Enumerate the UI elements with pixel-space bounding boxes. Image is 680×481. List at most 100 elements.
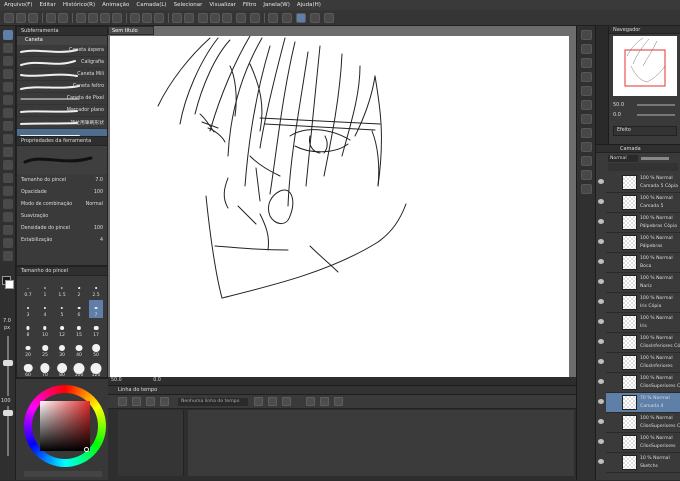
- brush-preset-item[interactable]: Caligrafia: [17, 57, 107, 69]
- layer-name[interactable]: Sketchs: [640, 464, 658, 469]
- drawing-canvas[interactable]: [110, 35, 569, 377]
- gradient-tool-icon[interactable]: [3, 121, 13, 131]
- layer-row[interactable]: 100 % Normal CílosSuperiores: [598, 433, 680, 453]
- stop-icon[interactable]: [146, 397, 155, 406]
- settings-icon[interactable]: [76, 13, 86, 23]
- navigator-angle[interactable]: 0.0: [613, 112, 621, 118]
- layer-opacity-slider[interactable]: [641, 156, 669, 160]
- eraser-tool-icon[interactable]: [3, 82, 13, 92]
- copy-icon[interactable]: [88, 13, 98, 23]
- layer-name[interactable]: Pálpebras: [640, 244, 662, 249]
- correct-line-tool-icon[interactable]: [3, 199, 13, 209]
- brush-preset-item[interactable]: Caneta áspera: [17, 45, 107, 57]
- brush-size-preset[interactable]: 3: [21, 300, 35, 318]
- layer-row[interactable]: 100 % Normal CílosSuperiores Cópia: [598, 413, 680, 433]
- grid-icon[interactable]: [268, 13, 278, 23]
- tool-property-row[interactable]: Densidade do pincel 100: [17, 222, 107, 234]
- tool-property-row[interactable]: Suavização: [17, 210, 107, 222]
- search-layer-icon[interactable]: [581, 72, 592, 82]
- eye-icon[interactable]: [598, 259, 604, 264]
- layer-name[interactable]: CílosSuperiores Cópia: [640, 384, 680, 389]
- canvas-tab[interactable]: Sem título: [108, 26, 154, 35]
- brush-preset-item[interactable]: Caneta de Pixel: [17, 93, 107, 105]
- palette-toggle-icon[interactable]: [581, 30, 592, 40]
- sub-color-swatch[interactable]: [5, 280, 14, 289]
- navigator-angle-slider[interactable]: [637, 114, 675, 116]
- layer-row[interactable]: 70 % Normal Camada 4: [598, 393, 680, 413]
- pencil-tool-icon[interactable]: [3, 43, 13, 53]
- brush-size-preset[interactable]: 15: [72, 320, 86, 338]
- zoom-tool-icon[interactable]: [3, 225, 13, 235]
- eye-icon[interactable]: [598, 359, 604, 364]
- color-picker-marker[interactable]: [84, 447, 89, 452]
- layer-name[interactable]: Iris: [640, 324, 647, 329]
- layer-name[interactable]: Camada 4: [640, 404, 663, 409]
- ruler-tool-icon[interactable]: [3, 160, 13, 170]
- layer-name[interactable]: Camada 5 Cópia: [640, 184, 678, 189]
- tool-property-row[interactable]: Opacidade 100: [17, 186, 107, 198]
- material-icon[interactable]: [581, 44, 592, 54]
- menu-item[interactable]: Selecionar: [174, 2, 203, 8]
- eye-icon[interactable]: [598, 439, 604, 444]
- menu-item[interactable]: Camada(L): [136, 2, 166, 8]
- layer-row[interactable]: 100 % Normal CílosInferiores: [598, 353, 680, 373]
- spinner-icon[interactable]: [198, 13, 208, 23]
- canvas-angle-readout[interactable]: 0.0: [153, 378, 161, 383]
- play-icon[interactable]: [132, 397, 141, 406]
- brush-size-preset[interactable]: 25: [38, 340, 52, 358]
- move-tool-icon[interactable]: [3, 212, 13, 222]
- layer-row[interactable]: 100 % Normal Pálpebras: [598, 233, 680, 253]
- layer-row[interactable]: 100 % Normal Nariz: [598, 273, 680, 293]
- eye-icon[interactable]: [598, 459, 604, 464]
- brush-preset-item[interactable]: Caneta Mili: [17, 69, 107, 81]
- menu-item[interactable]: Ajuda(H): [297, 2, 321, 8]
- navigator-zoom-slider[interactable]: [637, 104, 675, 106]
- brush-size-preset[interactable]: 6: [72, 300, 86, 318]
- menu-item[interactable]: Visualizar: [209, 2, 235, 8]
- open-file-icon[interactable]: [16, 13, 26, 23]
- layer-name[interactable]: CílosInferiores Cópia: [640, 344, 680, 349]
- brush-size-preset[interactable]: 30: [55, 340, 69, 358]
- menu-item[interactable]: Editar: [40, 2, 56, 8]
- figure-tool-icon[interactable]: [3, 134, 13, 144]
- airbrush-tool-icon[interactable]: [3, 69, 13, 79]
- opacity-slider-thumb[interactable]: [3, 410, 13, 416]
- save-icon[interactable]: [28, 13, 38, 23]
- prev-frame-icon[interactable]: [160, 397, 169, 406]
- blend-tool-icon[interactable]: [3, 95, 13, 105]
- tool-property-value[interactable]: 7.0: [95, 178, 103, 183]
- brush-size-preset[interactable]: 2: [72, 280, 86, 298]
- clear-icon[interactable]: [130, 13, 140, 23]
- menu-item[interactable]: Arquivo(F): [4, 2, 33, 8]
- ruler-icon[interactable]: [250, 13, 260, 23]
- brush-size-preset[interactable]: 50: [89, 340, 103, 358]
- brush-size-preset[interactable]: 40: [72, 340, 86, 358]
- delete-icon[interactable]: [142, 13, 152, 23]
- brush-size-preset[interactable]: 20: [21, 340, 35, 358]
- eye-icon[interactable]: [598, 339, 604, 344]
- loop-icon[interactable]: [320, 397, 329, 406]
- blend-mode-select[interactable]: Normal: [608, 154, 638, 162]
- brush-preset-item[interactable]: 持仕用筆刷形状: [17, 117, 107, 129]
- quick-access-icon[interactable]: [581, 170, 592, 180]
- brush-size-preset[interactable]: 4: [38, 300, 52, 318]
- eye-icon[interactable]: [598, 319, 604, 324]
- layer-name[interactable]: CílosSuperiores Cópia: [640, 424, 680, 429]
- zoom-timeline-icon[interactable]: [306, 397, 315, 406]
- brush-size-preset[interactable]: 0.7: [21, 280, 35, 298]
- brush-tool-icon[interactable]: [3, 56, 13, 66]
- layer-name[interactable]: CílosInferiores: [640, 364, 673, 369]
- paste-icon[interactable]: [100, 13, 110, 23]
- fill-tool-icon[interactable]: [3, 108, 13, 118]
- brush-size-preset[interactable]: 1.5: [55, 280, 69, 298]
- brush-preset-item[interactable]: Caneta feltro: [17, 81, 107, 93]
- cut-icon[interactable]: [112, 13, 122, 23]
- navigator-preview[interactable]: [613, 36, 677, 96]
- frame-tool-icon[interactable]: [3, 147, 13, 157]
- keyframe-icon[interactable]: [254, 397, 263, 406]
- brush-size-preset[interactable]: 7: [89, 300, 103, 318]
- eye-icon[interactable]: [598, 199, 604, 204]
- timeline-select[interactable]: Nenhuma linha do tempo: [178, 398, 248, 406]
- layer-name[interactable]: Camada 5: [640, 204, 663, 209]
- item-bank-icon[interactable]: [581, 114, 592, 124]
